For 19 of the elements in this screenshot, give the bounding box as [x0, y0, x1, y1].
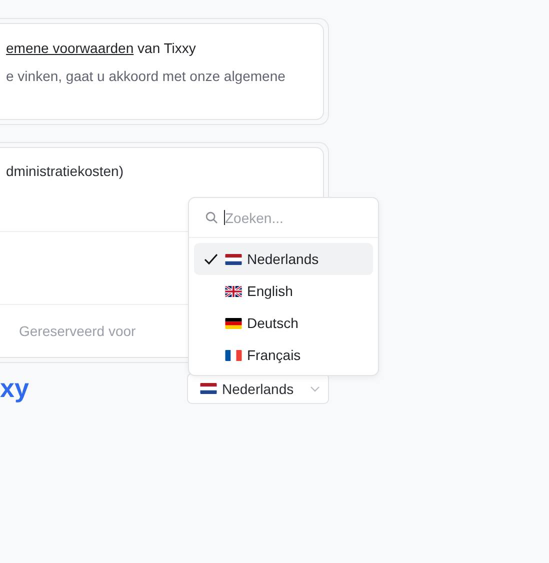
flag-icon	[200, 383, 217, 394]
chevron-down-icon	[310, 386, 320, 392]
flag-icon	[225, 254, 242, 264]
language-option[interactable]: Deutsch	[194, 307, 373, 339]
check-icon	[204, 253, 218, 265]
flag-icon	[225, 286, 242, 296]
search-icon	[205, 211, 218, 224]
flag-icon	[225, 318, 242, 328]
language-option[interactable]: Français	[194, 339, 373, 371]
terms-title: emene voorwaarden van Tixxy	[6, 40, 197, 56]
reserved-label: Gereserveerd voor	[19, 323, 136, 339]
logo: xy	[0, 373, 29, 404]
terms-description: e vinken, gaat u akkoord met onze algemene	[6, 68, 286, 84]
language-button[interactable]: Nederlands	[187, 373, 329, 404]
language-option[interactable]: Nederlands	[194, 243, 373, 275]
language-option[interactable]: English	[194, 275, 373, 307]
terms-link[interactable]: emene voorwaarden	[6, 40, 134, 56]
fee-text: dministratiekosten)	[6, 163, 124, 179]
flag-icon	[225, 350, 242, 360]
